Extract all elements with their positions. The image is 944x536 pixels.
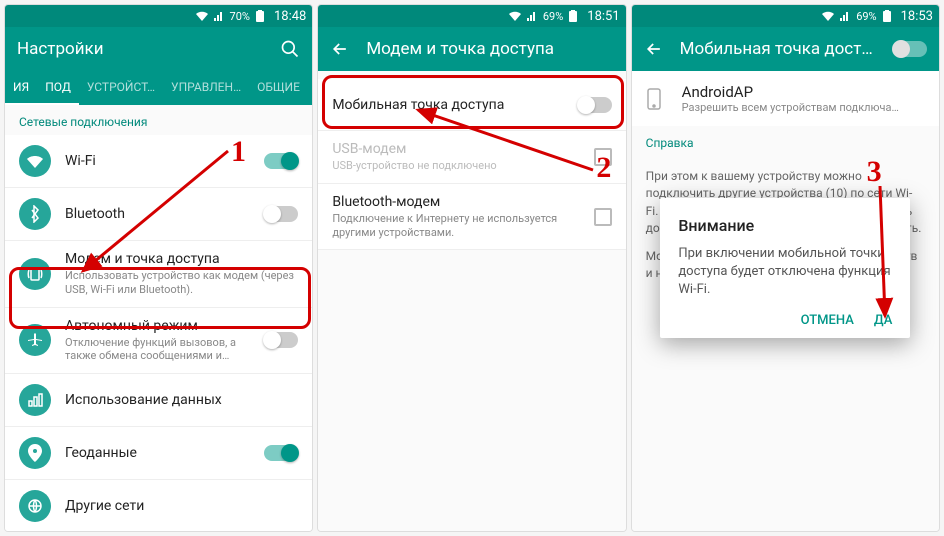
row-label: Wi-Fi — [65, 153, 250, 169]
confirm-dialog: Внимание При включении мобильной точки д… — [660, 198, 910, 339]
status-bar: 69% 18:51 — [318, 5, 625, 27]
dialog-body: При включении мобильной точки доступа бу… — [678, 245, 892, 300]
bluetooth-switch[interactable] — [264, 206, 298, 222]
battery-percent: 69% — [543, 10, 563, 23]
app-bar: Модем и точка доступа — [318, 27, 625, 71]
location-icon — [19, 437, 51, 469]
bt-checkbox[interactable] — [594, 208, 612, 226]
annotation-1: 1 — [231, 135, 246, 169]
cancel-button[interactable]: ОТМЕНА — [801, 313, 854, 328]
row-label: USB-модем — [332, 141, 579, 157]
app-bar: Настройки — [5, 27, 312, 71]
tethering-list: Мобильная точка доступа USB-модем USB-ус… — [318, 71, 625, 531]
data-usage-icon — [19, 384, 51, 416]
row-label: Мобильная точка доступа — [332, 97, 563, 113]
row-bluetooth[interactable]: Bluetooth — [5, 188, 312, 241]
wifi-icon — [509, 11, 521, 21]
location-switch[interactable] — [264, 445, 298, 461]
screen-3-hotspot-dialog: 69% 18:53 Мобильная точка дост… AndroidA… — [631, 4, 940, 532]
tab-device[interactable]: УСТРОЙСТ… — [79, 71, 163, 105]
row-tethering[interactable]: Модем и точка доступа Использовать устро… — [5, 241, 312, 308]
tab-controls[interactable]: УПРАВЛЕН… — [163, 71, 249, 105]
tethering-icon — [19, 258, 51, 290]
back-icon[interactable] — [330, 39, 350, 59]
row-label: Другие сети — [65, 498, 298, 514]
row-label: Геоданные — [65, 445, 250, 461]
row-sub: Отключение функций вызовов, а также обме… — [65, 336, 250, 364]
hotspot-switch[interactable] — [578, 97, 612, 113]
dialog-backdrop: Внимание При включении мобильной точки д… — [632, 5, 939, 531]
row-sub: Подключение к Интернету не используется … — [332, 212, 579, 240]
page-title: Модем и точка доступа — [366, 39, 613, 59]
page-title: Настройки — [17, 39, 264, 59]
battery-icon — [569, 10, 577, 22]
clock: 18:51 — [587, 9, 619, 24]
ok-button[interactable]: ДА — [874, 313, 892, 328]
annotation-2: 2 — [596, 151, 611, 185]
screen-2-tethering: 69% 18:51 Модем и точка доступа Мобильна… — [317, 4, 626, 532]
bluetooth-icon — [19, 198, 51, 230]
signal-icon — [527, 11, 537, 21]
row-bluetooth-tether[interactable]: Bluetooth-модем Подключение к Интернету … — [318, 184, 625, 251]
airplane-icon — [19, 324, 51, 356]
screen-1-settings: 70% 18:48 Настройки ИЯ ПОД УСТРОЙСТ… УПР… — [4, 4, 313, 532]
row-more-networks[interactable]: Другие сети — [5, 480, 312, 531]
airplane-switch[interactable] — [264, 332, 298, 348]
row-sub: USB-устройство не подключено — [332, 159, 579, 173]
row-label: Модем и точка доступа — [65, 251, 298, 267]
more-networks-icon — [19, 490, 51, 522]
row-location[interactable]: Геоданные — [5, 427, 312, 480]
row-data-usage[interactable]: Использование данных — [5, 374, 312, 427]
annotation-3: 3 — [867, 155, 882, 189]
row-airplane[interactable]: Автономный режим Отключение функций вызо… — [5, 308, 312, 375]
clock: 18:48 — [274, 9, 306, 24]
battery-percent: 70% — [230, 10, 250, 23]
wifi-icon — [19, 145, 51, 177]
tab-connections[interactable]: ИЯ — [5, 71, 37, 105]
row-wifi[interactable]: Wi-Fi — [5, 135, 312, 188]
row-mobile-hotspot[interactable]: Мобильная точка доступа — [318, 79, 625, 131]
wifi-switch[interactable] — [264, 153, 298, 169]
tab-2[interactable]: ПОД — [37, 71, 79, 105]
search-icon[interactable] — [280, 39, 300, 59]
dialog-title: Внимание — [678, 216, 892, 235]
tab-general[interactable]: ОБЩИЕ — [249, 71, 308, 105]
battery-icon — [256, 10, 264, 22]
row-label: Bluetooth — [65, 206, 250, 222]
row-label: Автономный режим — [65, 318, 250, 334]
tabs: ИЯ ПОД УСТРОЙСТ… УПРАВЛЕН… ОБЩИЕ — [5, 71, 312, 105]
settings-list: Сетевые подключения Wi-Fi Bluetooth Моде… — [5, 105, 312, 531]
row-label: Использование данных — [65, 392, 298, 408]
status-bar: 70% 18:48 — [5, 5, 312, 27]
wifi-icon — [196, 11, 208, 21]
row-usb-tether: USB-модем USB-устройство не подключено — [318, 131, 625, 184]
row-label: Bluetooth-модем — [332, 194, 579, 210]
signal-icon — [214, 11, 224, 21]
section-header-network: Сетевые подключения — [5, 105, 312, 135]
row-sub: Использовать устройство как модем (через… — [65, 269, 298, 297]
